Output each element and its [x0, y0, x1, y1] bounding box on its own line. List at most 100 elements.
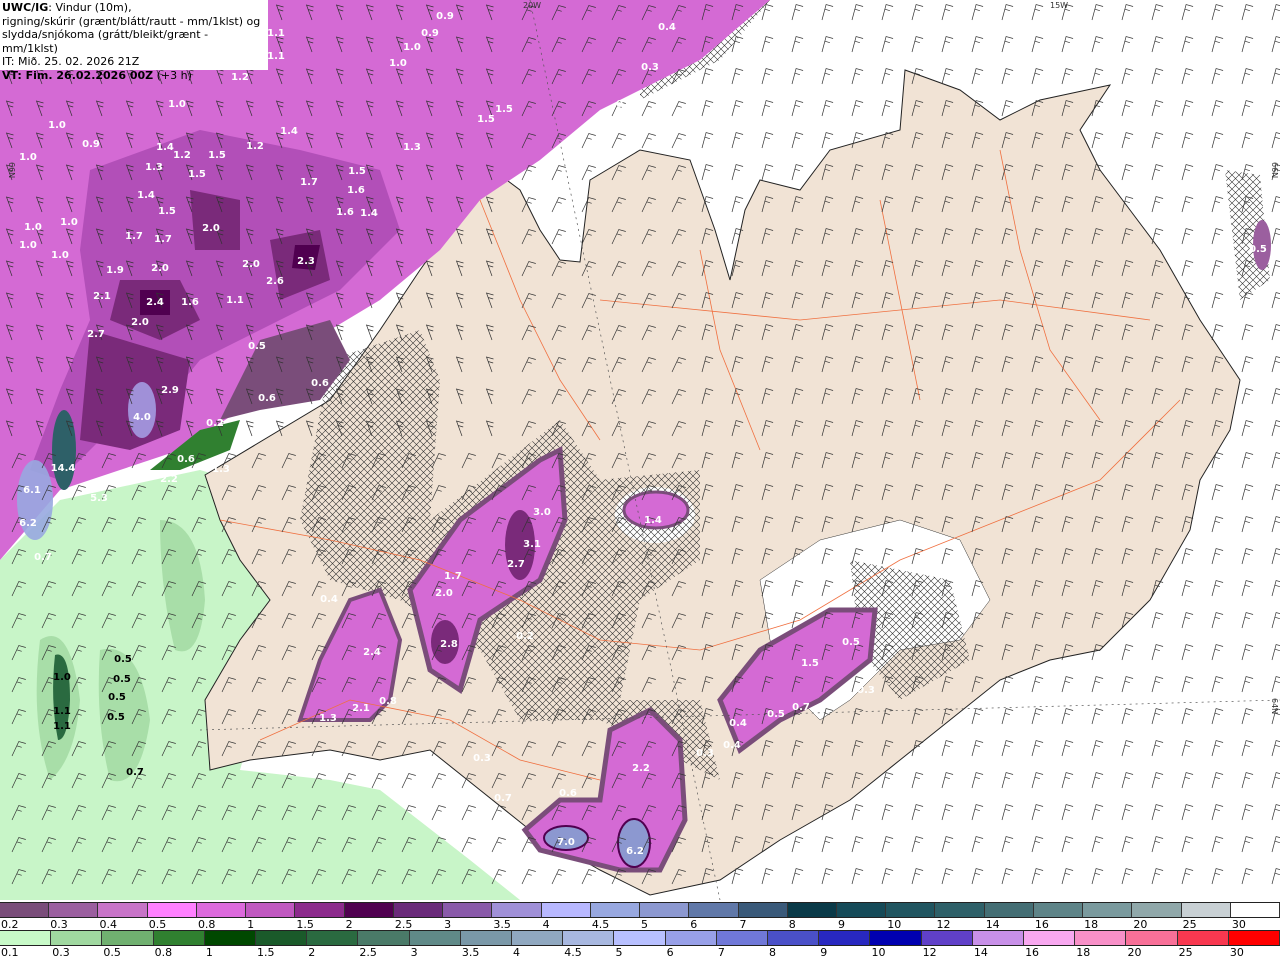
precip-value-label: 2.7: [507, 559, 525, 570]
precip-value-label: 1.1: [267, 51, 285, 62]
precip-value-label: 3.1: [523, 539, 541, 550]
precip-value-label: 1.4: [156, 142, 174, 153]
precip-value-label: 0.6: [559, 788, 577, 799]
precip-value-label: 1.3: [212, 464, 230, 475]
weather-map: 0.90.91.11.11.01.00.40.30.31.21.51.51.01…: [0, 0, 1280, 900]
precip-value-label: 1.2: [173, 150, 191, 161]
precip-value-label: 14.4: [51, 463, 76, 474]
precip-value-label: 0.4: [723, 740, 741, 751]
legend-tick-label: 9: [820, 946, 828, 959]
legend-rain: 0.1 0.3 0.5 0.8 1 1.5 2 2.5 3 3.5 4 4.5 5 6 7 8 9 10 12 14 1…: [0, 930, 1280, 959]
precip-value-label: 2.0: [435, 588, 453, 599]
legend-swatch: [836, 903, 887, 917]
legend-tick-label: 0.1: [1, 946, 19, 959]
legend-tick-label: 0.5: [103, 946, 121, 959]
precip-value-label: 2.0: [151, 263, 169, 274]
legend-swatch: [98, 903, 148, 917]
legend-swatch: [153, 931, 205, 945]
legend-swatch: [819, 931, 871, 945]
legend-swatch: [787, 903, 837, 917]
legend-tick-label: 1.5: [257, 946, 275, 959]
precip-core-teal: [52, 410, 76, 490]
precip-value-label: 0.5: [248, 341, 266, 352]
legend-tick-label: 3: [410, 946, 418, 959]
legend-tick-label: 6: [666, 946, 674, 959]
precip-value-label: 7.0: [557, 837, 575, 848]
precip-value-label: 1.2: [246, 141, 264, 152]
legend-swatch: [640, 903, 690, 917]
precip-value-label: 1.5: [348, 166, 366, 177]
precip-value-label: 1.6: [347, 185, 365, 196]
legend-rain-ticks: 0.1 0.3 0.5 0.8 1 1.5 2 2.5 3 3.5 4 4.5 5 6 7 8 9 10 12 14 1…: [0, 946, 1280, 959]
legend-swatch: [870, 931, 922, 945]
precip-value-label: 2.0: [202, 223, 220, 234]
precip-value-label: 0.4: [729, 718, 747, 729]
legend-tick-label: 4.5: [564, 946, 582, 959]
legend-tick-label: 14: [973, 946, 988, 959]
legend-swatch: [344, 903, 394, 917]
precip-value-label: 2.8: [440, 639, 458, 650]
precip-value-label: 1.6: [336, 207, 354, 218]
legend-tick-label: 8: [769, 946, 777, 959]
legend-tick-label: 2.5: [359, 946, 377, 959]
legend-swatch: [1024, 931, 1076, 945]
lat-label-66n-left: 66N: [7, 162, 16, 178]
legend-swatch: [1083, 903, 1133, 917]
legend-swatch: [1132, 903, 1182, 917]
legend-tick-label: 7: [717, 946, 725, 959]
legend-swatch: [51, 931, 103, 945]
legend-swatch: [541, 903, 591, 917]
precip-value-label: 1.5: [188, 169, 206, 180]
precip-value-label: 0.9: [436, 11, 454, 22]
precip-value-label: 5.3: [90, 493, 108, 504]
legend-swatch: [393, 903, 444, 917]
precip-value-label: 1.3: [403, 142, 421, 153]
legend-swatch: [689, 903, 739, 917]
legend-swatch: [1033, 903, 1084, 917]
legend-swatch: [307, 931, 359, 945]
precip-value-label: 0.9: [421, 28, 439, 39]
precip-value-label: 0.2: [516, 631, 534, 642]
legend-swatch: [614, 931, 666, 945]
precip-value-label: 1.0: [53, 672, 71, 683]
precip-value-label: 1.6: [181, 297, 199, 308]
precip-value-label: 2.0: [242, 259, 260, 270]
product-name: UWC/IG: [2, 1, 49, 14]
precip-value-label: 0.9: [82, 139, 100, 150]
legend-swatch: [102, 931, 154, 945]
precip-value-label: 0.5: [114, 654, 132, 665]
precip-value-label: 2.4: [363, 647, 381, 658]
lon-label-20w: 20W: [523, 1, 541, 10]
legend-swatch: [204, 931, 257, 945]
lead-time: (+3 h): [153, 68, 192, 82]
precip-value-label: 6.2: [19, 518, 37, 529]
precip-value-label: 0.2: [206, 418, 224, 429]
precip-value-label: 1.3: [145, 162, 163, 173]
precip-value-label: 1.9: [106, 265, 124, 276]
precip-value-label: 0.6: [258, 393, 276, 404]
precip-value-label: 0.7: [34, 552, 52, 563]
legend-snow-bar: [0, 902, 1280, 918]
precip-core-blue: [617, 818, 651, 868]
legend-tick-label: 18: [1076, 946, 1091, 959]
title-line1: : Vindur (10m),: [48, 1, 132, 14]
legend-swatch: [738, 903, 788, 917]
map-title: UWC/IG: Vindur (10m), rigning/skúrir (gr…: [0, 0, 268, 82]
precip-value-label: 1.0: [19, 240, 37, 251]
precip-value-label: 1.0: [403, 42, 421, 53]
precip-value-label: 1.0: [24, 222, 42, 233]
legend-rain-bar: [0, 930, 1280, 946]
legend-swatch: [1075, 931, 1127, 945]
precip-value-label: 2.1: [352, 703, 370, 714]
legend-tick-label: 12: [922, 946, 937, 959]
legend-swatch: [256, 931, 308, 945]
legend-swatch: [768, 931, 820, 945]
precip-value-label: 2.1: [93, 291, 111, 302]
precip-value-label: 1.7: [125, 231, 143, 242]
precip-value-label: 1.1: [53, 721, 71, 732]
precip-value-label: 3.7: [131, 472, 149, 483]
legend-swatch: [409, 931, 461, 945]
legend-tick-label: 30: [1229, 946, 1244, 959]
precip-value-label: 1.0: [48, 120, 66, 131]
legend-swatch: [563, 931, 615, 945]
